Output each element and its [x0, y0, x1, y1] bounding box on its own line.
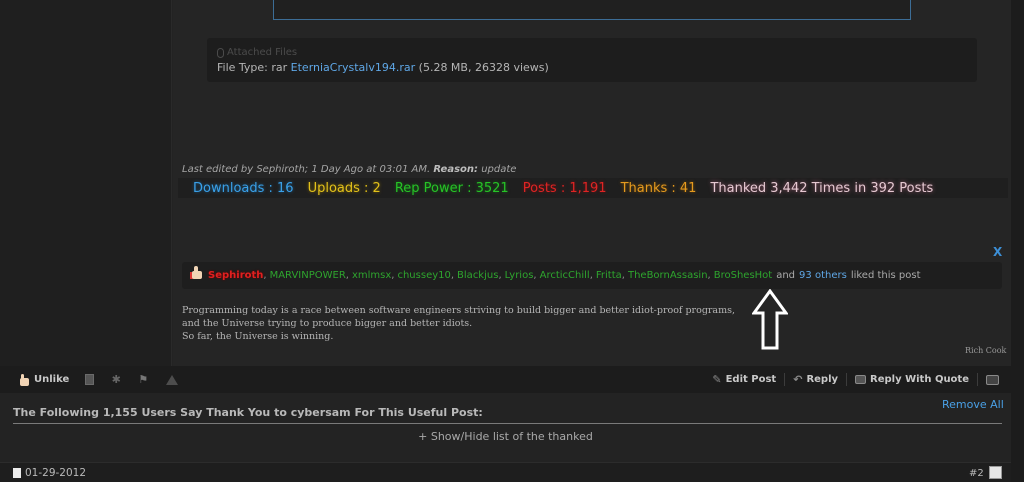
- post-page-icon: [13, 468, 21, 478]
- likers-list: Sephiroth, MARVINPOWER, xmlmsx, chussey10, B…: [208, 270, 772, 281]
- reply-button[interactable]: ↶ Reply: [793, 373, 838, 386]
- attachments-legend-label: Attached Files: [227, 47, 298, 58]
- likes-bar: Sephiroth, MARVINPOWER, xmlmsx, chussey10, B…: [182, 262, 1002, 289]
- stat-downloads: Downloads : 16: [193, 180, 294, 196]
- like-hand-icon: [190, 265, 204, 280]
- liker-separator: ,: [621, 270, 625, 281]
- liker-link[interactable]: Fritta: [596, 270, 622, 281]
- unlike-label: Unlike: [34, 374, 70, 385]
- close-likes-button[interactable]: X: [993, 245, 1002, 259]
- liker-separator: ,: [450, 270, 455, 281]
- next-post-header: 01-29-2012 #2: [0, 462, 1011, 482]
- attachments-legend: Attached Files: [217, 47, 297, 58]
- unlike-button[interactable]: Unlike: [18, 373, 70, 386]
- liker-link[interactable]: Blackjus: [457, 270, 498, 281]
- attachments-box: Attached Files File Type: rar EterniaCry…: [207, 38, 977, 82]
- signature-author: Rich Cook: [965, 346, 1007, 355]
- liked-this-post-text: liked this post: [850, 270, 921, 281]
- reply-with-quote-button[interactable]: Reply With Quote: [855, 374, 969, 385]
- liker-link[interactable]: MARVINPOWER: [270, 270, 346, 281]
- liker-separator: ,: [498, 270, 502, 281]
- post-select-checkbox[interactable]: [989, 466, 1002, 479]
- liker-link[interactable]: ArcticChill: [540, 270, 590, 281]
- liker-separator: ,: [345, 270, 349, 281]
- signature-line: Programming today is a race between soft…: [182, 305, 736, 316]
- liker-link[interactable]: xmlmsx: [352, 270, 391, 281]
- likes-and-text: and: [776, 270, 796, 281]
- post-date-text: 01-29-2012: [25, 467, 87, 479]
- last-edited-note: Last edited by Sephiroth; 1 Day Ago at 0…: [182, 164, 516, 175]
- thumb-hand-icon: [18, 373, 30, 386]
- post-number-link[interactable]: #2: [969, 468, 984, 479]
- signature-line: and the Universe trying to produce bigge…: [182, 318, 473, 329]
- edited-reason-label: Reason:: [433, 164, 479, 175]
- attachment-meta: (5.28 MB, 26328 views): [418, 61, 549, 74]
- quote-bubble-icon: [855, 375, 867, 384]
- toolbar-divider: [846, 373, 848, 386]
- liker-separator: ,: [589, 270, 593, 281]
- stat-uploads: Uploads : 2: [307, 180, 381, 196]
- stat-thanks: Thanks : 41: [620, 180, 697, 196]
- liker-link[interactable]: Sephiroth: [208, 270, 263, 281]
- file-type-label: File Type: rar: [217, 61, 288, 74]
- liker-link[interactable]: chussey10: [397, 270, 450, 281]
- toolbar-divider: [977, 373, 978, 386]
- warning-icon[interactable]: [166, 374, 179, 385]
- post-date: 01-29-2012: [13, 467, 86, 479]
- reply-arrow-icon: ↶: [793, 373, 803, 386]
- reply-label: Reply: [806, 374, 839, 385]
- reply-with-quote-label: Reply With Quote: [870, 374, 969, 385]
- edited-reason: update: [481, 164, 517, 175]
- remove-all-link[interactable]: Remove All: [942, 398, 1004, 411]
- up-arrow-icon: [752, 289, 788, 350]
- stat-thanked: Thanked 3,442 Times in 392 Posts: [710, 180, 934, 196]
- star-icon[interactable]: ✱: [110, 373, 122, 386]
- likes-others-link[interactable]: 93 others: [799, 270, 847, 281]
- page-edge: [1011, 0, 1024, 482]
- edit-post-button[interactable]: ✎ Edit Post: [712, 373, 776, 386]
- user-stats-bar: Downloads : 16 Uploads : 2 Rep Power : 3…: [178, 178, 1008, 198]
- pencil-icon: ✎: [712, 373, 722, 386]
- code-block: [273, 0, 911, 20]
- paperclip-icon: [217, 47, 224, 58]
- multi-quote-icon[interactable]: [986, 374, 999, 385]
- thanks-divider: [13, 423, 1002, 424]
- flag-icon[interactable]: ⚑: [138, 373, 150, 386]
- liker-separator: ,: [533, 270, 537, 281]
- edited-prefix: Last edited by Sephiroth; 1 Day Ago at 0…: [182, 164, 431, 175]
- edit-post-label: Edit Post: [725, 374, 777, 385]
- thanks-title: The Following 1,155 Users Say Thank You …: [13, 406, 483, 419]
- liker-separator: ,: [391, 270, 395, 281]
- liker-link[interactable]: BroShesHot: [714, 270, 772, 281]
- stat-rep-power: Rep Power : 3521: [394, 180, 509, 196]
- liker-link[interactable]: TheBornAssasin: [628, 270, 708, 281]
- liker-separator: ,: [263, 270, 267, 281]
- signature-line: So far, the Universe is winning.: [182, 331, 334, 342]
- attachment-line: File Type: rar EterniaCrystalv194.rar (5…: [217, 61, 549, 74]
- show-hide-thanked-toggle[interactable]: + Show/Hide list of the thanked: [0, 430, 1011, 443]
- post-toolbar: Unlike ✱ ⚑ ✎ Edit Post ↶ Reply Reply Wit…: [0, 366, 1011, 393]
- document-icon[interactable]: [85, 374, 95, 385]
- liker-separator: ,: [707, 270, 711, 281]
- liker-link[interactable]: Lyrios: [505, 270, 534, 281]
- stat-posts: Posts : 1,191: [522, 180, 607, 196]
- attachment-file-link[interactable]: EterniaCrystalv194.rar: [291, 61, 415, 74]
- toolbar-divider: [784, 373, 786, 386]
- post-author-column: [0, 0, 172, 366]
- post-signature: Programming today is a race between soft…: [182, 304, 735, 343]
